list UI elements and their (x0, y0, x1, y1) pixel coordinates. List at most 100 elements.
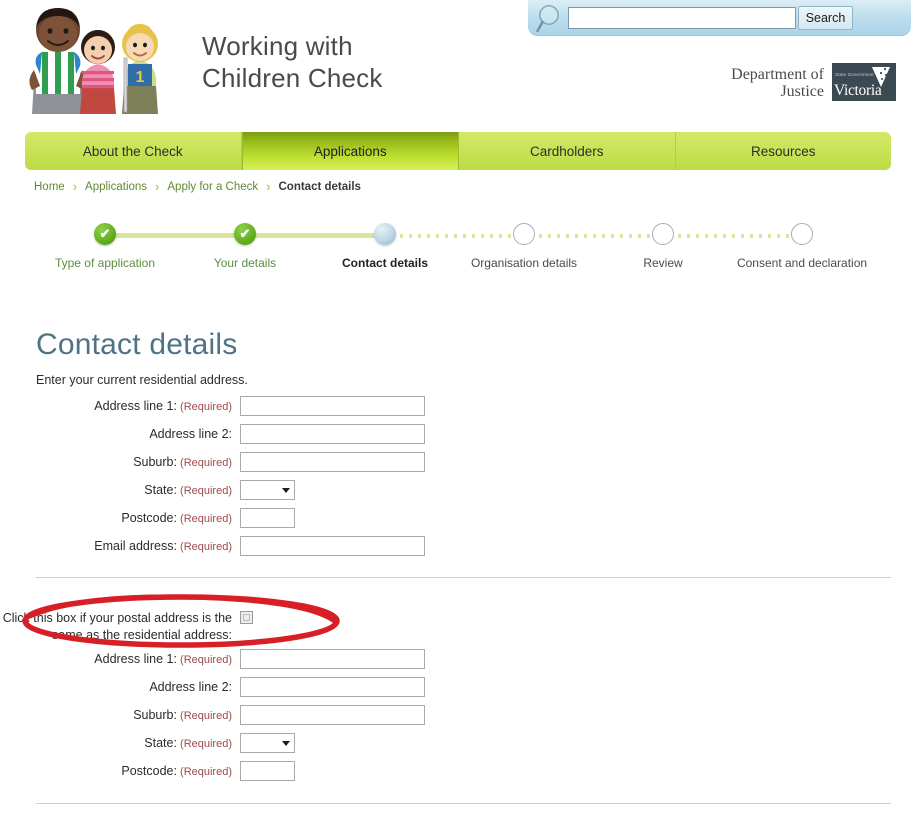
section-divider-2 (36, 803, 891, 804)
postal-same-label-line2: same as the residential address: (52, 628, 232, 642)
residential-input-4[interactable] (240, 508, 295, 528)
nav-item-label: About the Check (82, 143, 183, 159)
residential-address-form: Address line 1: (Required) Address line 2… (0, 392, 911, 560)
required-marker: (Required) (176, 457, 232, 469)
form-row: Address line 2: (0, 673, 911, 701)
field-label-text: Address line 1: (94, 399, 177, 413)
nav-item-about-the-check[interactable]: About the Check (25, 132, 242, 170)
search-button[interactable]: Search (798, 6, 853, 30)
stepper-label-contact-details: Contact details (341, 256, 429, 270)
residential-label-1: Address line 2: (0, 427, 240, 441)
postal-label-3: State: (Required) (0, 736, 240, 750)
search-bar: Search (528, 0, 911, 36)
residential-input-2[interactable] (240, 452, 425, 472)
breadcrumb-chevron-icon: › (266, 179, 271, 194)
main-navigation: About the Check Applications Cardholders Re… (25, 132, 891, 170)
field-label-text: Address line 1: (94, 652, 177, 666)
chevron-down-icon (282, 741, 290, 746)
form-row: State: (Required) (0, 729, 911, 757)
nav-item-applications[interactable]: Applications (241, 132, 459, 170)
postal-input-0[interactable] (240, 649, 425, 669)
breadcrumb-item-home[interactable]: Home (34, 181, 65, 193)
residential-label-3: State: (Required) (0, 483, 240, 497)
postal-same-label-line1: Click this box if your postal address is… (2, 611, 232, 625)
breadcrumb-item-contact-details: Contact details (278, 180, 361, 193)
breadcrumb: Home › Applications › Apply for a Check › Cont… (34, 180, 361, 193)
residential-input-0[interactable] (240, 396, 425, 416)
postal-select-3[interactable] (240, 733, 295, 753)
form-row: State: (Required) (0, 476, 911, 504)
required-marker: (Required) (176, 766, 232, 778)
stepper-label-your-details[interactable]: Your details (214, 256, 276, 270)
department-line2: Justice (780, 83, 824, 100)
postal-address-form: Address line 1: (Required) Address line 2… (0, 645, 911, 785)
residential-input-1[interactable] (240, 424, 425, 444)
required-marker: (Required) (176, 541, 232, 553)
field-label-text: Address line 2: (149, 680, 232, 694)
field-label-text: State: (144, 736, 177, 750)
postal-label-1: Address line 2: (0, 680, 240, 694)
page-root: Search 1 Working with Children Check Dep… (0, 0, 911, 826)
field-label-text: Email address: (94, 539, 177, 553)
circle-icon (652, 223, 674, 245)
site-title-line2: Children Check (202, 63, 383, 93)
page-intro: Enter your current residential address. (36, 373, 248, 387)
postal-label-2: Suburb: (Required) (0, 708, 240, 722)
stepper-node-contact-details (374, 223, 398, 247)
postal-label-4: Postcode: (Required) (0, 764, 240, 778)
stepper-node-your-details[interactable]: ✔ (234, 223, 258, 247)
breadcrumb-item-applications[interactable]: Applications (85, 181, 147, 193)
stepper-label-consent-and-declaration: Consent and declaration (736, 256, 868, 270)
residential-input-5[interactable] (240, 536, 425, 556)
residential-label-5: Email address: (Required) (0, 539, 240, 553)
circle-icon (513, 223, 535, 245)
stepper-connector (530, 234, 657, 238)
field-label-text: Address line 2: (149, 427, 232, 441)
stepper-node-type-of-application[interactable]: ✔ (94, 223, 118, 247)
site-title: Working with Children Check (202, 30, 383, 94)
postal-label-0: Address line 1: (Required) (0, 652, 240, 666)
postal-same-as-residential-row: Click this box if your postal address is… (0, 610, 911, 644)
department-name: Department of Justice (731, 66, 832, 101)
field-label-text: Suburb: (133, 455, 177, 469)
required-marker: (Required) (176, 738, 232, 750)
circle-icon (791, 223, 813, 245)
field-label-text: State: (144, 483, 177, 497)
stepper-label-organisation-details: Organisation details (470, 256, 578, 270)
residential-label-4: Postcode: (Required) (0, 511, 240, 525)
postal-input-1[interactable] (240, 677, 425, 697)
required-marker: (Required) (176, 710, 232, 722)
form-row: Postcode: (Required) (0, 757, 911, 785)
field-label-text: Postcode: (121, 764, 177, 778)
form-row: Suburb: (Required) (0, 701, 911, 729)
required-marker: (Required) (176, 485, 232, 497)
breadcrumb-chevron-icon: › (155, 179, 160, 194)
stepper-connector (251, 233, 379, 238)
children-illustration: 1 (14, 2, 194, 120)
state-name: Victoria (834, 82, 882, 99)
postal-same-checkbox[interactable] (240, 611, 253, 624)
residential-label-0: Address line 1: (Required) (0, 399, 240, 413)
stepper-node-consent-and-declaration (791, 223, 815, 247)
postal-input-2[interactable] (240, 705, 425, 725)
postal-same-label: Click this box if your postal address is… (0, 610, 240, 644)
breadcrumb-item-apply-for-a-check[interactable]: Apply for a Check (167, 181, 258, 193)
stepper-connector (669, 234, 796, 238)
field-label-text: Suburb: (133, 708, 177, 722)
form-row: Address line 1: (Required) (0, 392, 911, 420)
search-input[interactable] (568, 7, 796, 29)
residential-select-3[interactable] (240, 480, 295, 500)
magnifier-icon (528, 0, 568, 36)
postal-input-4[interactable] (240, 761, 295, 781)
required-marker: (Required) (176, 513, 232, 525)
required-marker: (Required) (176, 654, 232, 666)
form-row: Postcode: (Required) (0, 504, 911, 532)
nav-item-label: Cardholders (529, 143, 604, 159)
nav-item-label: Resources (750, 143, 816, 159)
stepper-node-review (652, 223, 676, 247)
nav-item-cardholders[interactable]: Cardholders (459, 132, 676, 170)
field-label-text: Postcode: (121, 511, 177, 525)
stepper-label-type-of-application[interactable]: Type of application (55, 256, 155, 270)
nav-item-resources[interactable]: Resources (676, 132, 892, 170)
department-line1: Department of (731, 66, 824, 83)
